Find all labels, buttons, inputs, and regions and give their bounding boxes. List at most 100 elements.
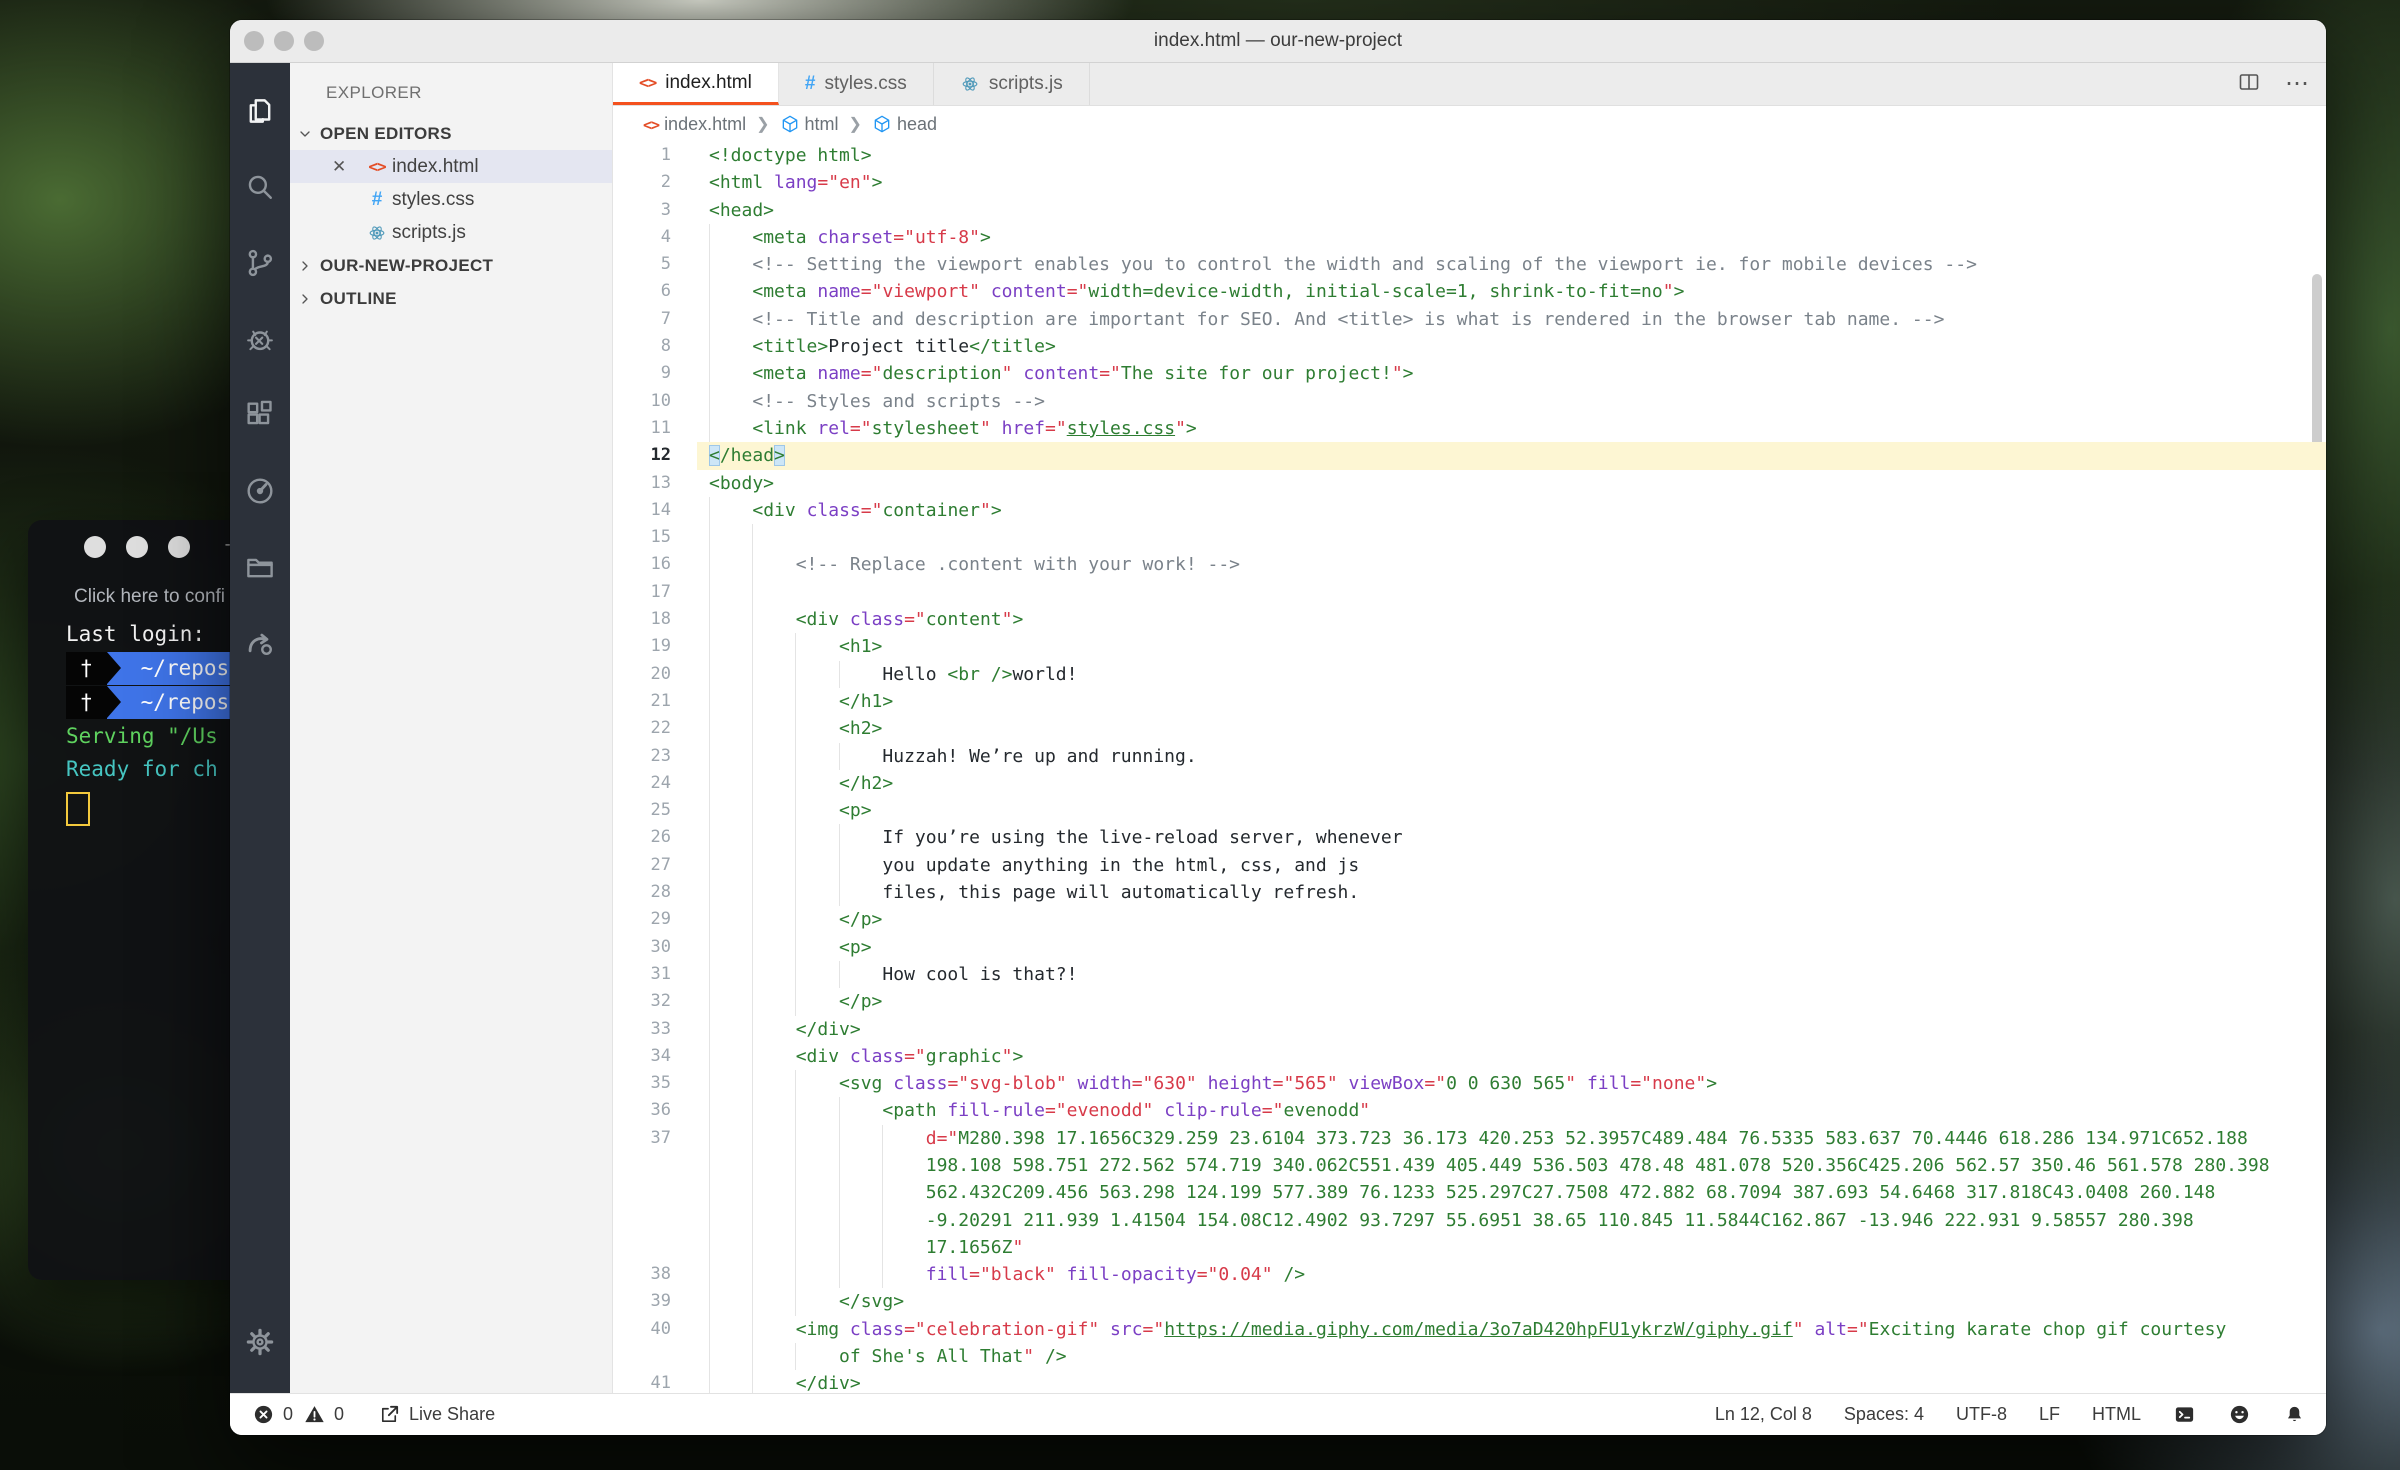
code-line[interactable]: 2 <html lang="en"> <box>613 169 2326 197</box>
code-line[interactable]: 31 How cool is that?! <box>613 960 2326 989</box>
indent-guide <box>709 251 710 279</box>
code-line[interactable]: 14 <div class="container"> <box>613 496 2326 525</box>
code-line[interactable]: 11 <link rel="stylesheet" href="styles.c… <box>613 414 2326 443</box>
settings-gear-icon[interactable] <box>230 1304 290 1380</box>
code-line[interactable]: 20 Hello <br />world! <box>613 660 2326 688</box>
code-line[interactable]: 22 <h2> <box>613 715 2326 743</box>
code-line[interactable]: of She's All That" /> <box>613 1343 2326 1371</box>
open-editor-item-styles.css[interactable]: ✕#styles.css <box>290 183 612 216</box>
code-line[interactable]: 4 <meta charset="utf-8"> <box>613 223 2326 252</box>
source-control-icon[interactable] <box>230 225 290 301</box>
code-line[interactable]: 6 <meta name="viewport" content="width=d… <box>613 278 2326 306</box>
code-line[interactable]: 23 Huzzah! We’re up and running. <box>613 742 2326 770</box>
indent-guide <box>752 687 754 716</box>
more-actions-button[interactable]: ⋯ <box>2285 63 2310 105</box>
code-line[interactable]: 24 </h2> <box>613 769 2326 798</box>
code-line-text: fill="black" fill-opacity="0.04" /> <box>697 1261 2326 1289</box>
status-bell-button[interactable] <box>2283 1403 2306 1426</box>
code-line[interactable]: 9 <meta name="description" content="The … <box>613 360 2326 388</box>
breadcrumb-item-head[interactable]: head <box>872 114 937 135</box>
status-prompt-button[interactable] <box>2173 1403 2196 1426</box>
status-utf-8[interactable]: UTF-8 <box>1956 1404 2007 1425</box>
code-line[interactable]: 26 If you’re using the live-reload serve… <box>613 824 2326 852</box>
code-line[interactable]: 40 <img class="celebration-gif" src="htt… <box>613 1315 2326 1344</box>
status-smiley-button[interactable] <box>2228 1403 2251 1426</box>
terminal-minimize-button[interactable] <box>126 536 148 558</box>
split-editor-button[interactable] <box>2237 70 2261 99</box>
sidebar-section-our-new-project[interactable]: OUR-NEW-PROJECT <box>290 249 612 282</box>
line-number: 17 <box>613 578 697 607</box>
status-spaces-4[interactable]: Spaces: 4 <box>1844 1404 1924 1425</box>
code-line[interactable]: 18 <div class="content"> <box>613 606 2326 634</box>
window-titlebar[interactable]: index.html — our-new-project <box>230 20 2326 63</box>
live-server-icon[interactable] <box>230 453 290 529</box>
code-editor[interactable]: 1 <!doctype html> 2 <html lang="en"> 3 <head>… <box>613 142 2326 1394</box>
code-line[interactable]: -9.20291 211.939 1.41504 154.08C12.4902 … <box>613 1206 2326 1234</box>
code-line[interactable]: 30 <p> <box>613 933 2326 961</box>
terminal-traffic-lights[interactable] <box>84 536 190 558</box>
status-html[interactable]: HTML <box>2092 1404 2141 1425</box>
code-line[interactable]: 28 files, this page will automatically r… <box>613 879 2326 907</box>
tab-styles.css[interactable]: # styles.css <box>779 63 934 105</box>
code-line-text: you update anything in the html, css, an… <box>697 851 2326 880</box>
code-line[interactable]: 8 <title>Project title</title> <box>613 333 2326 361</box>
code-line[interactable]: 41 </div> <box>613 1370 2326 1394</box>
code-line[interactable]: 3 <head> <box>613 196 2326 224</box>
terminal-close-button[interactable] <box>84 536 106 558</box>
tab-index.html[interactable]: <> index.html <box>613 63 779 105</box>
code-line[interactable]: 21 </h1> <box>613 687 2326 716</box>
breadcrumb[interactable]: <> index.html ❯ html ❯ head <box>613 106 2326 142</box>
code-line[interactable]: 29 </p> <box>613 906 2326 934</box>
status-0[interactable]: 0 <box>303 1403 344 1426</box>
open-editor-item-scripts.js[interactable]: ✕scripts.js <box>290 216 612 249</box>
code-line[interactable]: 198.108 598.751 272.562 574.719 340.062C… <box>613 1151 2326 1180</box>
code-line-text <box>697 578 2326 607</box>
sidebar-section-open-editors[interactable]: OPEN EDITORS <box>290 117 612 150</box>
code-line[interactable]: 7 <!-- Title and description are importa… <box>613 305 2326 334</box>
debug-icon[interactable] <box>230 301 290 377</box>
code-line-text: <head> <box>709 199 775 221</box>
code-line[interactable]: 33 </div> <box>613 1015 2326 1043</box>
status-ln-12-col-8[interactable]: Ln 12, Col 8 <box>1715 1404 1812 1425</box>
code-line[interactable]: 1 <!doctype html> <box>613 142 2326 170</box>
code-line[interactable]: 17.1656Z" <box>613 1233 2326 1262</box>
breadcrumb-item-index.html[interactable]: <> index.html <box>643 114 746 135</box>
code-line[interactable]: 10 <!-- Styles and scripts --> <box>613 387 2326 415</box>
status-live-share[interactable]: Live Share <box>378 1403 495 1426</box>
code-line[interactable]: 36 <path fill-rule="evenodd" clip-rule="… <box>613 1097 2326 1125</box>
sidebar-section-outline[interactable]: OUTLINE <box>290 282 612 315</box>
code-line-current[interactable]: 12 </head> <box>613 442 2326 470</box>
code-line[interactable]: 34 <div class="graphic"> <box>613 1042 2326 1071</box>
code-line[interactable]: 15 <box>613 524 2326 552</box>
code-line[interactable]: 38 fill="black" fill-opacity="0.04" /> <box>613 1261 2326 1289</box>
code-line[interactable]: 39 </svg> <box>613 1288 2326 1316</box>
files-icon[interactable] <box>230 73 290 149</box>
live-share-icon[interactable] <box>230 605 290 681</box>
extensions-icon[interactable] <box>230 377 290 453</box>
status-0[interactable]: 0 <box>252 1403 293 1426</box>
code-line[interactable]: 13 <body> <box>613 469 2326 497</box>
terminal-zoom-button[interactable] <box>168 536 190 558</box>
code-line[interactable]: 37 d="M280.398 17.1656C329.259 23.6104 3… <box>613 1124 2326 1152</box>
code-line[interactable]: 25 <p> <box>613 797 2326 825</box>
code-line[interactable]: 35 <svg class="svg-blob" width="630" hei… <box>613 1070 2326 1098</box>
powerline-separator <box>106 686 121 718</box>
tab-scripts.js[interactable]: scripts.js <box>934 63 1090 105</box>
code-line[interactable]: 19 <h1> <box>613 633 2326 661</box>
code-line[interactable]: 17 <box>613 578 2326 607</box>
indent-guide <box>881 1179 883 1207</box>
code-line[interactable]: 16 <!-- Replace .content with your work!… <box>613 551 2326 579</box>
close-icon[interactable]: ✕ <box>332 157 362 177</box>
search-icon[interactable] <box>230 149 290 225</box>
breadcrumb-item-html[interactable]: html <box>780 114 839 135</box>
line-number: 20 <box>613 660 697 688</box>
code-line[interactable]: 32 </p> <box>613 988 2326 1016</box>
code-line[interactable]: 562.432C209.456 563.298 124.199 577.389 … <box>613 1179 2326 1207</box>
project-folder-icon[interactable] <box>230 529 290 605</box>
indent-guide <box>752 578 754 607</box>
indent-guide <box>709 305 710 334</box>
status-lf[interactable]: LF <box>2039 1404 2060 1425</box>
open-editor-item-index.html[interactable]: ✕ <> index.html <box>290 150 612 183</box>
code-line[interactable]: 5 <!-- Setting the viewport enables you … <box>613 251 2326 279</box>
code-line[interactable]: 27 you update anything in the html, css,… <box>613 851 2326 880</box>
